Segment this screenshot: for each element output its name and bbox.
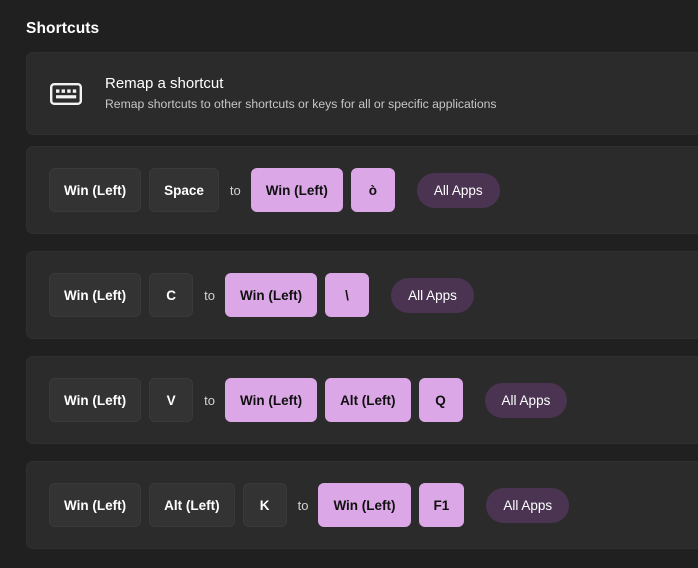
remapped-key[interactable]: Q — [418, 378, 463, 422]
shortcut-row[interactable]: Win (Left) Vto Win (Left) Alt (Left) Q All Ap… — [26, 356, 698, 444]
shortcut-row-content: Win (Left) Vto Win (Left) Alt (Left) Q All Ap… — [49, 378, 568, 422]
to-label: to — [204, 392, 215, 408]
original-key[interactable]: C — [149, 273, 194, 317]
target-app-pill[interactable]: All Apps — [484, 382, 568, 418]
original-key[interactable]: K — [242, 483, 287, 527]
target-app-pill[interactable]: All Apps — [486, 487, 570, 523]
shortcuts-page: Shortcuts Remap a shortcut Remap shortcu… — [0, 0, 698, 568]
original-key[interactable]: Win (Left) — [49, 378, 142, 422]
remapped-key[interactable]: ò — [350, 168, 395, 212]
remapped-key[interactable]: Alt (Left) — [325, 378, 411, 422]
original-key[interactable]: Space — [149, 168, 219, 212]
remapped-key[interactable]: F1 — [418, 483, 465, 527]
remap-a-shortcut-card[interactable]: Remap a shortcut Remap shortcuts to othe… — [26, 52, 698, 135]
target-app-pill[interactable]: All Apps — [416, 172, 500, 208]
shortcut-row[interactable]: Win (Left) Cto Win (Left) \ All Apps — [26, 251, 698, 339]
remapped-key[interactable]: Win (Left) — [318, 483, 411, 527]
original-key[interactable]: Win (Left) — [49, 168, 142, 212]
original-key[interactable]: Win (Left) — [49, 483, 142, 527]
remapped-key[interactable]: Win (Left) — [224, 378, 318, 422]
shortcut-row-content: Win (Left) Cto Win (Left) \ All Apps — [49, 273, 474, 317]
to-label: to — [229, 182, 241, 198]
shortcut-row-content: Win (Left) Space to Win (Left) ò All Apps — [49, 168, 500, 212]
shortcut-row-content: Win (Left) Alt (Left) Kto Win (Left) F1 All A… — [49, 483, 570, 527]
original-key[interactable]: V — [149, 378, 194, 422]
shortcut-row[interactable]: Win (Left) Alt (Left) Kto Win (Left) F1 All A… — [26, 461, 698, 549]
to-label: to — [204, 287, 215, 303]
remapped-key[interactable]: Win (Left) — [224, 273, 318, 317]
remap-card-subtitle: Remap shortcuts to other shortcuts or ke… — [105, 97, 497, 111]
remap-card-title: Remap a shortcut — [105, 75, 224, 92]
target-app-pill[interactable]: All Apps — [391, 277, 474, 313]
remap-card-text: Remap a shortcut Remap shortcuts to othe… — [105, 74, 497, 113]
to-label: to — [297, 497, 309, 513]
shortcut-row[interactable]: Win (Left) Space to Win (Left) ò All Apps — [26, 146, 698, 234]
remapped-key[interactable]: Win (Left) — [250, 168, 343, 212]
original-key[interactable]: Win (Left) — [49, 273, 142, 317]
original-key[interactable]: Alt (Left) — [149, 483, 235, 527]
keyboard-icon — [49, 77, 83, 111]
page-title: Shortcuts — [26, 20, 100, 37]
remapped-key[interactable]: \ — [325, 273, 370, 317]
